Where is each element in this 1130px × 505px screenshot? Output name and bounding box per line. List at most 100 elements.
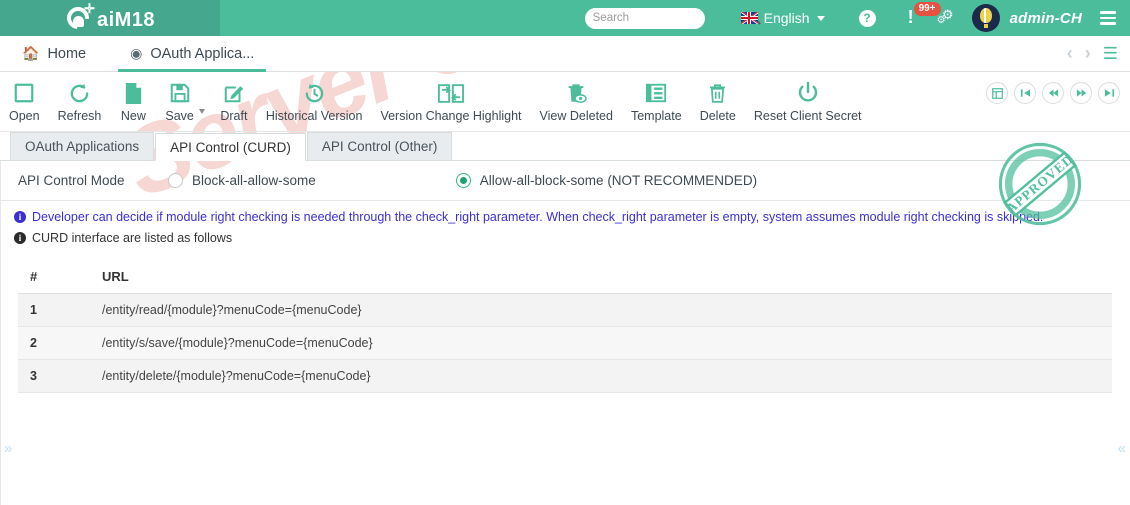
last-record-icon[interactable]: [1098, 82, 1120, 104]
toolbar-button-new[interactable]: New: [110, 78, 156, 123]
trash-bin-icon: [707, 78, 728, 108]
username-label[interactable]: admin-CH: [1010, 10, 1082, 27]
search-box[interactable]: 🔍: [584, 7, 762, 29]
toolbar-label: Save: [165, 109, 194, 123]
action-toolbar: Open Refresh New Save Draft Historical V…: [0, 72, 1130, 132]
new-document-icon: [123, 78, 144, 108]
compare-arrows-icon: [437, 78, 464, 108]
application-window: ✛ aiM18 🔍 English ? ! 99+ ⚙ ⚙: [0, 0, 1130, 505]
tab-navigation: ‹ › ☰: [1067, 43, 1130, 64]
expand-left-panel-button[interactable]: »: [4, 440, 12, 457]
uk-flag-icon: [740, 12, 758, 24]
toolbar-button-historical-version[interactable]: Historical Version: [257, 78, 372, 123]
next-record-icon[interactable]: [1070, 82, 1092, 104]
toolbar-button-open[interactable]: Open: [0, 78, 49, 123]
trash-eye-icon: [565, 78, 588, 108]
toolbar-button-refresh[interactable]: Refresh: [49, 78, 111, 123]
panel-layout-icon[interactable]: [986, 82, 1008, 104]
save-dropdown-caret-icon[interactable]: [198, 109, 205, 114]
previous-record-icon[interactable]: [1042, 82, 1064, 104]
toolbar-button-save[interactable]: Save: [156, 78, 203, 123]
first-record-icon[interactable]: [1014, 82, 1036, 104]
alert-exclamation-icon: !: [907, 7, 914, 27]
cell-index: 1: [18, 293, 90, 327]
cell-url: /entity/s/save/{module}?menuCode={menuCo…: [90, 326, 1112, 360]
tab-api-control-other[interactable]: API Control (Other): [306, 132, 453, 160]
radio-label: Allow-all-block-some (NOT RECOMMENDED): [479, 173, 758, 188]
square-outline-icon: [13, 78, 35, 108]
gear-small-icon[interactable]: ⚙: [937, 16, 946, 26]
browser-tab-strip: 🏠 Home ◉ OAuth Applica... ‹ › ☰: [0, 36, 1130, 72]
toolbar-label: Historical Version: [265, 109, 363, 123]
toolbar-button-template[interactable]: Template: [622, 78, 691, 123]
cube-icon: ◉: [130, 45, 143, 61]
table-body: 1 /entity/read/{module}?menuCode={menuCo…: [18, 293, 1112, 393]
toolbar-button-view-deleted[interactable]: View Deleted: [531, 78, 622, 123]
toolbar-label: Template: [630, 109, 682, 123]
column-header-url: URL: [90, 260, 1112, 294]
radio-block-all-allow-some[interactable]: Block-all-allow-some: [168, 173, 316, 188]
toolbar-button-draft[interactable]: Draft: [211, 78, 257, 123]
browser-tab-oauth-application[interactable]: ◉ OAuth Applica...: [108, 36, 276, 72]
tab-oauth-applications[interactable]: OAuth Applications: [10, 132, 155, 160]
aim18-logo-icon: ✛: [62, 2, 95, 34]
search-input[interactable]: [592, 12, 747, 24]
list-menu-icon[interactable]: [1100, 11, 1116, 25]
top-header-bar: ✛ aiM18 🔍 English ? ! 99+ ⚙ ⚙: [0, 0, 1130, 36]
radio-label: Block-all-allow-some: [192, 173, 316, 188]
info-text: CURD interface are listed as follows: [32, 231, 233, 245]
browser-tab-label: OAuth Applica...: [150, 45, 255, 62]
clock-history-icon: [303, 78, 326, 108]
table-row[interactable]: 3 /entity/delete/{module}?menuCode={menu…: [18, 359, 1112, 393]
toolbar-label: Refresh: [57, 109, 102, 123]
table-row[interactable]: 1 /entity/read/{module}?menuCode={menuCo…: [18, 293, 1112, 327]
language-selector[interactable]: English: [740, 10, 825, 26]
api-control-mode-label: API Control Mode: [18, 173, 125, 188]
app-logo[interactable]: ✛ aiM18: [0, 0, 220, 36]
toolbar-button-delete[interactable]: Delete: [691, 78, 745, 123]
cell-index: 2: [18, 326, 90, 360]
inner-tab-bar: OAuth Applications API Control (CURD) AP…: [0, 132, 1130, 161]
info-circle-icon: i: [14, 211, 26, 223]
tab-api-control-curd[interactable]: API Control (CURD): [155, 133, 306, 161]
logo-text: aiM18: [96, 8, 156, 31]
cell-url: /entity/delete/{module}?menuCode={menuCo…: [90, 359, 1112, 393]
notifications-area[interactable]: ! 99+ ⚙ ⚙: [906, 2, 958, 32]
info-line-developer-note: i Developer can decide if module right c…: [14, 210, 1130, 224]
power-icon: [796, 78, 820, 108]
home-icon: 🏠: [22, 45, 40, 61]
help-icon[interactable]: ?: [858, 9, 876, 27]
toolbar-button-version-change-highlight[interactable]: Version Change Highlight: [371, 78, 530, 123]
chevron-left-icon[interactable]: ‹: [1067, 43, 1073, 64]
info-messages: i Developer can decide if module right c…: [0, 201, 1130, 256]
language-label: English: [763, 10, 810, 26]
browser-tab-home[interactable]: 🏠 Home: [0, 36, 108, 72]
layers-icon[interactable]: ☰: [1103, 44, 1118, 64]
refresh-circular-arrow-icon: [68, 78, 91, 108]
chevron-down-icon: [816, 15, 825, 21]
template-grid-icon: [645, 78, 667, 108]
chevron-right-icon[interactable]: ›: [1085, 43, 1091, 64]
table-head: # URL: [18, 260, 1112, 294]
info-text: Developer can decide if module right che…: [32, 210, 1044, 224]
toolbar-label: Delete: [699, 109, 736, 123]
table-header-row: # URL: [18, 260, 1112, 294]
toolbar-label: View Deleted: [539, 109, 613, 123]
floppy-disk-icon: [169, 78, 191, 108]
info-line-curd-list: i CURD interface are listed as follows: [14, 231, 1130, 245]
toolbar-label: Open: [9, 109, 40, 123]
info-circle-icon: i: [14, 232, 26, 244]
radio-allow-all-block-some[interactable]: Allow-all-block-some (NOT RECOMMENDED): [455, 173, 758, 188]
record-navigation-buttons: [986, 78, 1130, 104]
curd-url-table: # URL 1 /entity/read/{module}?menuCode={…: [18, 260, 1112, 393]
toolbar-label: Version Change Highlight: [380, 109, 522, 123]
collapse-right-panel-button[interactable]: «: [1118, 440, 1126, 457]
cell-index: 3: [18, 359, 90, 393]
avatar[interactable]: [971, 4, 1000, 32]
table-row[interactable]: 2 /entity/s/save/{module}?menuCode={menu…: [18, 326, 1112, 360]
radio-button-selected-icon[interactable]: [455, 173, 471, 188]
pencil-edit-icon: [223, 78, 245, 108]
toolbar-button-reset-client-secret[interactable]: Reset Client Secret: [745, 78, 871, 123]
radio-button-unselected-icon[interactable]: [168, 173, 183, 188]
curd-url-table-wrapper: # URL 1 /entity/read/{module}?menuCode={…: [0, 256, 1130, 393]
